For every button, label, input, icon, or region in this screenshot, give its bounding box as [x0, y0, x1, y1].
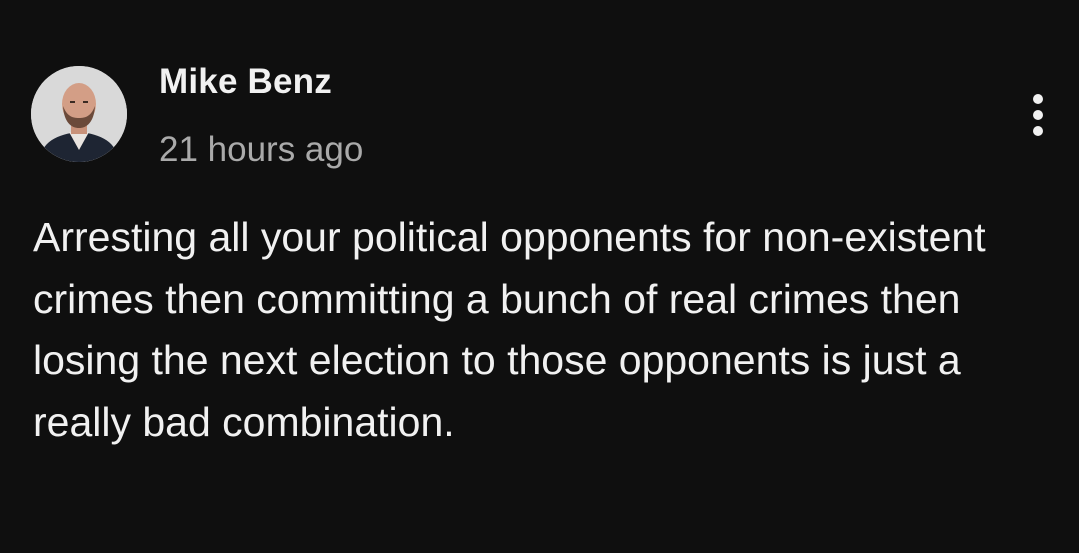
post-timestamp: 21 hours ago [159, 130, 364, 169]
menu-dot [1033, 126, 1043, 136]
avatar[interactable] [31, 66, 127, 162]
post-body: Arresting all your political opponents f… [33, 214, 986, 445]
post-card: Mike Benz 21 hours ago Arresting all you… [0, 0, 1079, 553]
menu-dot [1033, 94, 1043, 104]
more-vertical-icon[interactable] [1016, 90, 1060, 140]
avatar-image [31, 66, 127, 162]
menu-dot [1033, 110, 1043, 120]
author-name[interactable]: Mike Benz [159, 62, 332, 102]
